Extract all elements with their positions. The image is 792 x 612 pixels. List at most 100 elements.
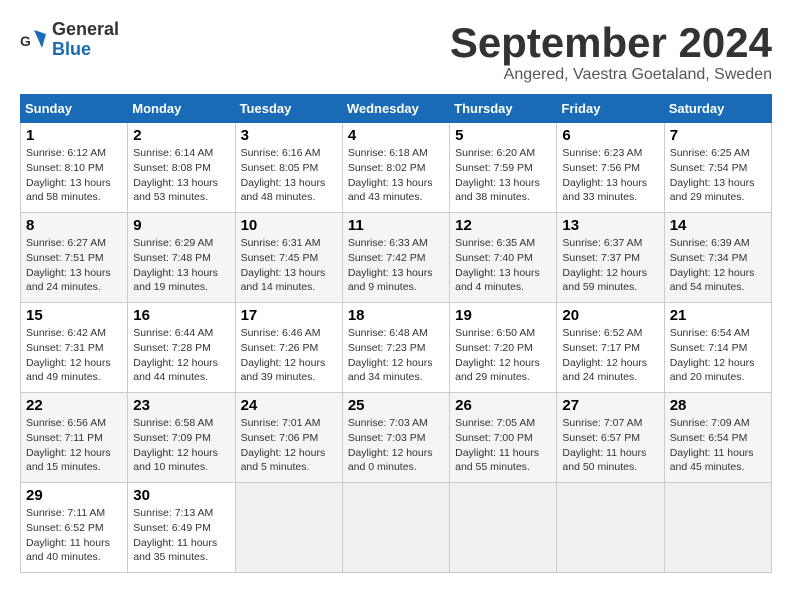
month-title: September 2024 xyxy=(450,20,772,66)
day-number: 25 xyxy=(348,397,444,414)
day-info: Sunrise: 6:44 AM Sunset: 7:28 PM Dayligh… xyxy=(133,326,229,385)
calendar-cell: 18 Sunrise: 6:48 AM Sunset: 7:23 PM Dayli… xyxy=(342,303,449,393)
day-number: 11 xyxy=(348,217,444,234)
weekday-header: Thursday xyxy=(450,95,557,123)
day-number: 18 xyxy=(348,307,444,324)
day-number: 17 xyxy=(241,307,337,324)
calendar-cell: 25 Sunrise: 7:03 AM Sunset: 7:03 PM Dayli… xyxy=(342,393,449,483)
calendar-cell xyxy=(235,483,342,573)
day-info: Sunrise: 6:23 AM Sunset: 7:56 PM Dayligh… xyxy=(562,146,658,205)
calendar-cell: 30Sunrise: 7:13 AM Sunset: 6:49 PM Dayli… xyxy=(128,483,235,573)
calendar-cell: 7 Sunrise: 6:25 AM Sunset: 7:54 PM Daylig… xyxy=(664,123,771,213)
calendar-cell: 15Sunrise: 6:42 AM Sunset: 7:31 PM Dayli… xyxy=(21,303,128,393)
day-number: 29 xyxy=(26,487,122,504)
calendar-cell: 11 Sunrise: 6:33 AM Sunset: 7:42 PM Dayli… xyxy=(342,213,449,303)
day-number: 5 xyxy=(455,127,551,144)
calendar-cell: 17 Sunrise: 6:46 AM Sunset: 7:26 PM Dayli… xyxy=(235,303,342,393)
calendar-cell xyxy=(342,483,449,573)
day-number: 9 xyxy=(133,217,229,234)
weekday-header: Saturday xyxy=(664,95,771,123)
day-number: 7 xyxy=(670,127,766,144)
day-number: 2 xyxy=(133,127,229,144)
calendar-cell: 22Sunrise: 6:56 AM Sunset: 7:11 PM Dayli… xyxy=(21,393,128,483)
calendar-cell: 5 Sunrise: 6:20 AM Sunset: 7:59 PM Daylig… xyxy=(450,123,557,213)
day-info: Sunrise: 6:56 AM Sunset: 7:11 PM Dayligh… xyxy=(26,416,122,475)
day-info: Sunrise: 7:01 AM Sunset: 7:06 PM Dayligh… xyxy=(241,416,337,475)
calendar-week-row: 15Sunrise: 6:42 AM Sunset: 7:31 PM Dayli… xyxy=(21,303,772,393)
page-header: G General Blue September 2024 Angered, V… xyxy=(20,20,772,84)
day-info: Sunrise: 6:48 AM Sunset: 7:23 PM Dayligh… xyxy=(348,326,444,385)
calendar-week-row: 22Sunrise: 6:56 AM Sunset: 7:11 PM Dayli… xyxy=(21,393,772,483)
calendar-cell xyxy=(450,483,557,573)
calendar-cell: 21 Sunrise: 6:54 AM Sunset: 7:14 PM Dayli… xyxy=(664,303,771,393)
svg-text:G: G xyxy=(20,33,31,49)
calendar-cell: 23Sunrise: 6:58 AM Sunset: 7:09 PM Dayli… xyxy=(128,393,235,483)
calendar-cell: 26 Sunrise: 7:05 AM Sunset: 7:00 PM Dayli… xyxy=(450,393,557,483)
calendar-week-row: 8 Sunrise: 6:27 AM Sunset: 7:51 PM Daylig… xyxy=(21,213,772,303)
calendar-cell: 8 Sunrise: 6:27 AM Sunset: 7:51 PM Daylig… xyxy=(21,213,128,303)
day-info: Sunrise: 7:13 AM Sunset: 6:49 PM Dayligh… xyxy=(133,506,229,565)
weekday-header: Friday xyxy=(557,95,664,123)
day-info: Sunrise: 6:29 AM Sunset: 7:48 PM Dayligh… xyxy=(133,236,229,295)
calendar-cell: 6 Sunrise: 6:23 AM Sunset: 7:56 PM Daylig… xyxy=(557,123,664,213)
day-number: 21 xyxy=(670,307,766,324)
day-info: Sunrise: 6:35 AM Sunset: 7:40 PM Dayligh… xyxy=(455,236,551,295)
day-info: Sunrise: 6:46 AM Sunset: 7:26 PM Dayligh… xyxy=(241,326,337,385)
day-info: Sunrise: 6:12 AM Sunset: 8:10 PM Dayligh… xyxy=(26,146,122,205)
day-number: 8 xyxy=(26,217,122,234)
day-info: Sunrise: 6:52 AM Sunset: 7:17 PM Dayligh… xyxy=(562,326,658,385)
location: Angered, Vaestra Goetaland, Sweden xyxy=(450,66,772,84)
day-info: Sunrise: 6:27 AM Sunset: 7:51 PM Dayligh… xyxy=(26,236,122,295)
calendar-cell: 24 Sunrise: 7:01 AM Sunset: 7:06 PM Dayli… xyxy=(235,393,342,483)
day-info: Sunrise: 7:05 AM Sunset: 7:00 PM Dayligh… xyxy=(455,416,551,475)
day-number: 15 xyxy=(26,307,122,324)
day-info: Sunrise: 7:03 AM Sunset: 7:03 PM Dayligh… xyxy=(348,416,444,475)
calendar-table: SundayMondayTuesdayWednesdayThursdayFrid… xyxy=(20,94,772,573)
title-block: September 2024 Angered, Vaestra Goetalan… xyxy=(450,20,772,84)
day-info: Sunrise: 6:39 AM Sunset: 7:34 PM Dayligh… xyxy=(670,236,766,295)
day-number: 14 xyxy=(670,217,766,234)
day-info: Sunrise: 7:07 AM Sunset: 6:57 PM Dayligh… xyxy=(562,416,658,475)
day-info: Sunrise: 6:31 AM Sunset: 7:45 PM Dayligh… xyxy=(241,236,337,295)
day-number: 24 xyxy=(241,397,337,414)
day-number: 10 xyxy=(241,217,337,234)
day-number: 3 xyxy=(241,127,337,144)
calendar-cell: 9 Sunrise: 6:29 AM Sunset: 7:48 PM Daylig… xyxy=(128,213,235,303)
day-info: Sunrise: 6:25 AM Sunset: 7:54 PM Dayligh… xyxy=(670,146,766,205)
logo-icon: G xyxy=(20,26,48,54)
day-number: 20 xyxy=(562,307,658,324)
calendar-cell: 2Sunrise: 6:14 AM Sunset: 8:08 PM Daylig… xyxy=(128,123,235,213)
logo-text-blue: Blue xyxy=(52,40,119,60)
weekday-header-row: SundayMondayTuesdayWednesdayThursdayFrid… xyxy=(21,95,772,123)
day-number: 1 xyxy=(26,127,122,144)
weekday-header: Sunday xyxy=(21,95,128,123)
calendar-cell: 29 Sunrise: 7:11 AM Sunset: 6:52 PM Dayli… xyxy=(21,483,128,573)
calendar-cell: 1 Sunrise: 6:12 AM Sunset: 8:10 PM Daylig… xyxy=(21,123,128,213)
day-number: 6 xyxy=(562,127,658,144)
day-info: Sunrise: 6:20 AM Sunset: 7:59 PM Dayligh… xyxy=(455,146,551,205)
day-number: 19 xyxy=(455,307,551,324)
day-info: Sunrise: 6:50 AM Sunset: 7:20 PM Dayligh… xyxy=(455,326,551,385)
day-info: Sunrise: 6:54 AM Sunset: 7:14 PM Dayligh… xyxy=(670,326,766,385)
day-number: 27 xyxy=(562,397,658,414)
weekday-header: Monday xyxy=(128,95,235,123)
calendar-week-row: 1 Sunrise: 6:12 AM Sunset: 8:10 PM Daylig… xyxy=(21,123,772,213)
calendar-cell: 27 Sunrise: 7:07 AM Sunset: 6:57 PM Dayli… xyxy=(557,393,664,483)
calendar-cell: 28Sunrise: 7:09 AM Sunset: 6:54 PM Dayli… xyxy=(664,393,771,483)
day-number: 12 xyxy=(455,217,551,234)
day-info: Sunrise: 6:33 AM Sunset: 7:42 PM Dayligh… xyxy=(348,236,444,295)
calendar-cell: 10 Sunrise: 6:31 AM Sunset: 7:45 PM Dayli… xyxy=(235,213,342,303)
day-number: 16 xyxy=(133,307,229,324)
day-number: 13 xyxy=(562,217,658,234)
day-info: Sunrise: 6:18 AM Sunset: 8:02 PM Dayligh… xyxy=(348,146,444,205)
logo-text-general: General xyxy=(52,20,119,40)
calendar-cell: 14 Sunrise: 6:39 AM Sunset: 7:34 PM Dayli… xyxy=(664,213,771,303)
day-info: Sunrise: 6:58 AM Sunset: 7:09 PM Dayligh… xyxy=(133,416,229,475)
day-number: 26 xyxy=(455,397,551,414)
day-info: Sunrise: 7:11 AM Sunset: 6:52 PM Dayligh… xyxy=(26,506,122,565)
calendar-cell: 12 Sunrise: 6:35 AM Sunset: 7:40 PM Dayli… xyxy=(450,213,557,303)
calendar-cell: 3Sunrise: 6:16 AM Sunset: 8:05 PM Daylig… xyxy=(235,123,342,213)
calendar-cell: 19 Sunrise: 6:50 AM Sunset: 7:20 PM Dayli… xyxy=(450,303,557,393)
weekday-header: Wednesday xyxy=(342,95,449,123)
logo: G General Blue xyxy=(20,20,119,60)
